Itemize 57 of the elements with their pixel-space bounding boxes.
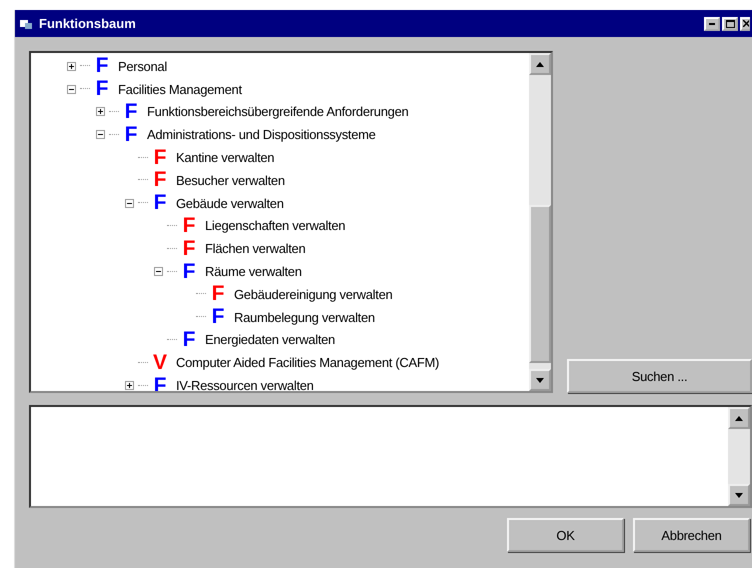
function-icon: F [92,79,112,100]
scroll-up-button[interactable] [529,53,551,75]
text-area[interactable] [29,405,752,508]
window-icon [19,18,33,30]
down-arrow-icon [536,378,544,382]
up-arrow-icon [735,416,743,420]
tree-item[interactable]: Flächen verwalten [205,241,306,256]
function-icon: F [92,56,112,76]
minimize-icon [709,22,715,24]
ok-button[interactable]: OK [507,518,624,552]
scrollbar-thumb[interactable] [529,205,551,363]
collapse-toggle-icon[interactable] [154,267,163,276]
function-icon: F [208,307,228,328]
function-icon: F [179,216,199,236]
expand-toggle-icon[interactable] [67,62,76,71]
close-icon [743,20,749,27]
up-arrow-icon [536,62,544,66]
window-title: Funktionsbaum [39,16,137,31]
tree-item[interactable]: Administrations- und Dispositionssysteme [147,127,376,142]
tree-item[interactable]: Raumbelegung verwalten [234,310,375,325]
tree-item[interactable]: Computer Aided Facilities Management (CAFM) [176,355,440,370]
tree-item[interactable]: Personal [118,58,167,74]
tree-item[interactable]: Kantine verwalten [176,150,274,166]
tree-item[interactable]: Besucher verwalten [176,172,285,188]
cancel-button[interactable]: Abbrechen [633,518,750,552]
function-icon: F [150,170,170,190]
maximize-button[interactable] [722,16,738,30]
function-icon: F [179,262,199,282]
function-icon: F [208,284,228,304]
tree-item[interactable]: Gebäude verwalten [176,196,284,211]
collapse-toggle-icon[interactable] [125,198,134,208]
function-icon: V [150,352,170,373]
tree-item[interactable]: Funktionsbereichsübergreifende Anforderungen [147,104,408,120]
collapse-toggle-icon[interactable] [67,84,76,94]
function-icon: F [121,124,141,145]
function-icon: F [150,148,170,168]
tree-item[interactable]: IV-Ressourcen verwalten [176,378,314,391]
scroll-up-button[interactable] [728,407,750,429]
function-icon: F [179,330,199,350]
expand-toggle-icon[interactable] [125,381,134,390]
expand-toggle-icon[interactable] [96,107,105,116]
scroll-down-button[interactable] [529,369,551,391]
tree-item[interactable]: Räume verwalten [205,264,302,280]
tree-item[interactable]: Liegenschaften verwalten [205,218,346,234]
down-arrow-icon [735,492,743,498]
maximize-icon [726,20,734,28]
search-button[interactable]: Suchen ... [567,359,752,393]
scroll-down-button[interactable] [728,484,750,506]
tree-item[interactable]: Facilities Management [118,82,242,97]
tree-item[interactable]: Gebäudereinigung verwalten [234,286,392,302]
minimize-button[interactable] [704,16,720,30]
function-icon: F [179,238,199,259]
tree-item[interactable]: Energiedaten verwalten [205,332,335,348]
function-icon: F [121,102,141,122]
function-icon: F [150,193,170,214]
collapse-toggle-icon[interactable] [96,130,105,140]
close-button[interactable] [740,16,750,30]
